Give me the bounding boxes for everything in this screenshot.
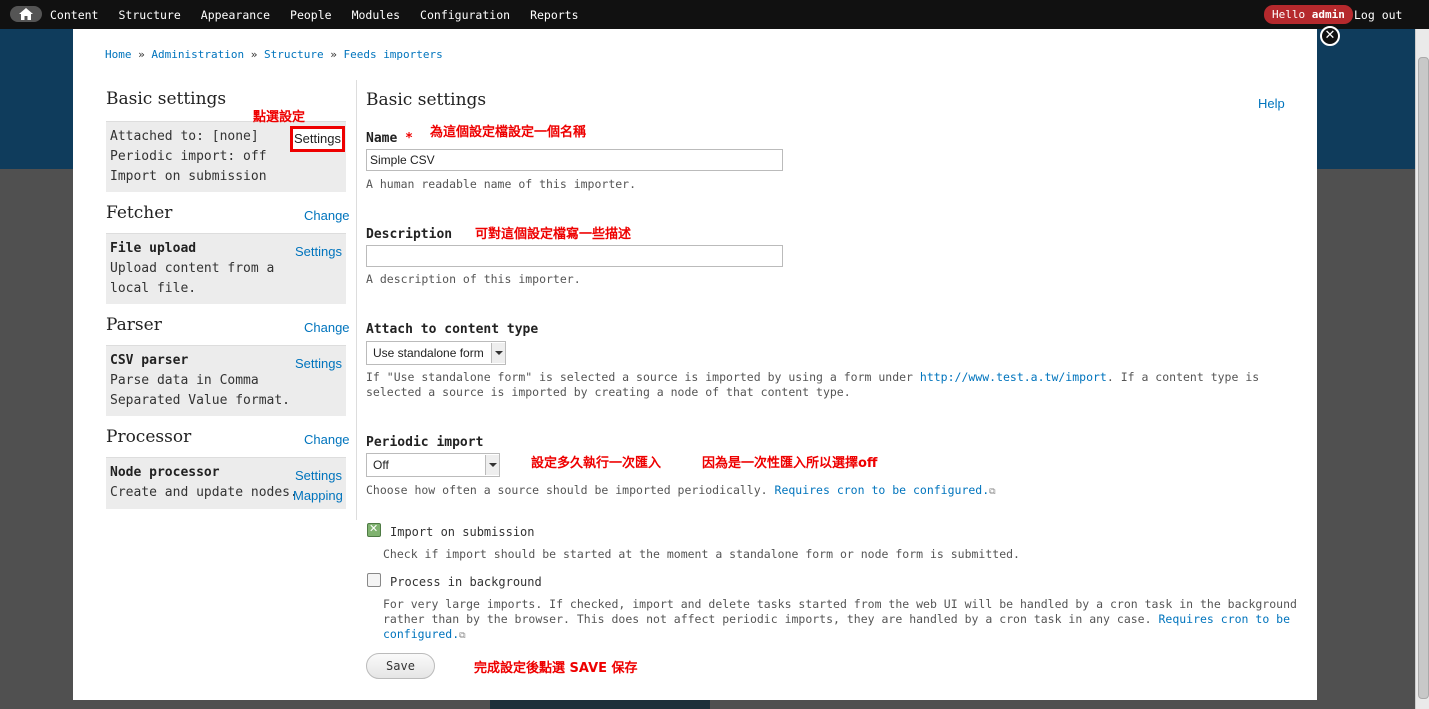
periodic-import-label: Periodic import xyxy=(366,435,484,450)
sidebar-parser-title: Parser xyxy=(106,315,162,335)
toolbar-item-structure[interactable]: Structure xyxy=(118,8,180,22)
chevron-down-icon xyxy=(485,455,499,475)
breadcrumb: Home » Administration » Structure » Feed… xyxy=(105,48,443,61)
toolbar-item-reports[interactable]: Reports xyxy=(530,8,578,22)
fetcher-desc-1: Upload content from a xyxy=(110,261,275,276)
user-greeting-badge[interactable]: Hello admin xyxy=(1264,5,1353,24)
process-in-background-description: For very large imports. If checked, impo… xyxy=(383,597,1297,641)
attach-content-type-select[interactable]: Use standalone form xyxy=(366,341,506,365)
sidebar-processor-box: Node processor Create and update nodes. … xyxy=(106,457,346,509)
import-on-submission-label[interactable]: Import on submission xyxy=(390,525,535,539)
page-background-element xyxy=(490,699,710,709)
toolbar-item-appearance[interactable]: Appearance xyxy=(201,8,270,22)
required-marker: * xyxy=(405,131,413,146)
sidebar-fetcher-box: File upload Upload content from a local … xyxy=(106,233,346,304)
import-on-submission-checkbox[interactable] xyxy=(367,522,381,537)
process-in-background-checkbox[interactable] xyxy=(367,573,381,587)
configured-link[interactable]: configured. xyxy=(383,627,459,641)
process-in-background-label[interactable]: Process in background xyxy=(390,575,542,589)
home-button[interactable] xyxy=(10,6,42,22)
breadcrumb-feeds-importers[interactable]: Feeds importers xyxy=(343,48,442,61)
breadcrumb-administration[interactable]: Administration xyxy=(151,48,244,61)
processor-name: Node processor xyxy=(110,465,220,480)
parser-desc-1: Parse data in Comma xyxy=(110,373,259,388)
attach-description: If "Use standalone form" is selected a s… xyxy=(366,370,1260,399)
chevron-down-icon xyxy=(491,343,505,363)
periodic-import-select[interactable]: Off xyxy=(366,453,500,477)
external-link-icon: ⧉ xyxy=(989,487,996,497)
periodic-import-text: Periodic import: off xyxy=(110,149,267,164)
attach-selected-value: Use standalone form xyxy=(373,346,484,360)
scrollbar-thumb[interactable] xyxy=(1418,57,1429,699)
description-input[interactable] xyxy=(366,245,783,267)
periodic-selected-value: Off xyxy=(373,458,389,472)
import-on-submission-description: Check if import should be started at the… xyxy=(383,547,1020,561)
annotation-description: 可對這個設定檔寫一些描述 xyxy=(475,227,632,242)
sidebar-basic-title: Basic settings xyxy=(106,89,227,109)
parser-desc-2: Separated Value format. xyxy=(110,393,291,408)
greeting-prefix: Hello xyxy=(1272,8,1306,21)
page-scrollbar[interactable] xyxy=(1415,29,1429,709)
requires-cron-link[interactable]: Requires cron to be configured. xyxy=(775,483,990,497)
annotation-periodic-2: 因為是一次性匯入所以選擇off xyxy=(702,456,878,471)
annotation-save: 完成設定後點選 SAVE 保存 xyxy=(474,661,638,676)
column-divider xyxy=(356,80,357,520)
parser-settings-link[interactable]: Settings xyxy=(295,356,342,371)
parser-name: CSV parser xyxy=(110,353,189,368)
help-link[interactable]: Help xyxy=(1258,96,1285,111)
external-link-icon: ⧉ xyxy=(459,631,466,641)
logout-link[interactable]: Log out xyxy=(1354,8,1402,22)
sidebar-processor-title: Processor xyxy=(106,427,192,447)
fetcher-settings-link[interactable]: Settings xyxy=(295,244,342,259)
name-label: Name * xyxy=(366,131,413,146)
home-icon xyxy=(19,8,33,20)
sidebar-fetcher-title: Fetcher xyxy=(106,203,173,223)
breadcrumb-structure[interactable]: Structure xyxy=(264,48,324,61)
description-help: A description of this importer. xyxy=(366,272,581,286)
toolbar-item-people[interactable]: People xyxy=(290,8,332,22)
admin-toolbar: Content Structure Appearance People Modu… xyxy=(0,0,1429,29)
processor-mapping-link[interactable]: Mapping xyxy=(293,488,343,503)
close-icon[interactable]: ✕ xyxy=(1320,26,1340,46)
processor-change-link[interactable]: Change xyxy=(304,432,350,447)
fetcher-change-link[interactable]: Change xyxy=(304,208,350,223)
toolbar-item-content[interactable]: Content xyxy=(50,8,98,22)
requires-cron-link-2[interactable]: Requires cron to be xyxy=(1158,612,1290,626)
form-title: Basic settings xyxy=(366,90,487,110)
toolbar-item-modules[interactable]: Modules xyxy=(352,8,400,22)
name-input[interactable]: Simple CSV xyxy=(366,149,783,171)
fetcher-name: File upload xyxy=(110,241,197,256)
periodic-description: Choose how often a source should be impo… xyxy=(366,483,996,497)
basic-settings-button[interactable]: Settings xyxy=(290,126,345,152)
processor-settings-link[interactable]: Settings xyxy=(295,468,342,483)
import-url-link[interactable]: http://www.test.a.tw/import xyxy=(920,370,1107,384)
username: admin xyxy=(1311,8,1345,21)
toolbar-item-configuration[interactable]: Configuration xyxy=(420,8,510,22)
sidebar-parser-box: CSV parser Parse data in Comma Separated… xyxy=(106,345,346,416)
parser-change-link[interactable]: Change xyxy=(304,320,350,335)
description-label: Description xyxy=(366,227,453,242)
processor-desc: Create and update nodes. xyxy=(110,485,298,500)
breadcrumb-home[interactable]: Home xyxy=(105,48,132,61)
annotation-periodic-1: 設定多久執行一次匯入 xyxy=(531,456,662,471)
annotation-settings: 點選設定 xyxy=(253,110,306,125)
name-description: A human readable name of this importer. xyxy=(366,177,637,191)
fetcher-desc-2: local file. xyxy=(110,281,197,296)
toolbar-menu: Content Structure Appearance People Modu… xyxy=(50,8,599,22)
attach-content-type-label: Attach to content type xyxy=(366,322,539,337)
save-button[interactable]: Save xyxy=(366,653,435,679)
import-on-submission-text: Import on submission xyxy=(110,169,267,184)
annotation-name: 為這個設定檔設定一個名稱 xyxy=(430,125,587,140)
attached-to-text: Attached to: [none] xyxy=(110,129,259,144)
